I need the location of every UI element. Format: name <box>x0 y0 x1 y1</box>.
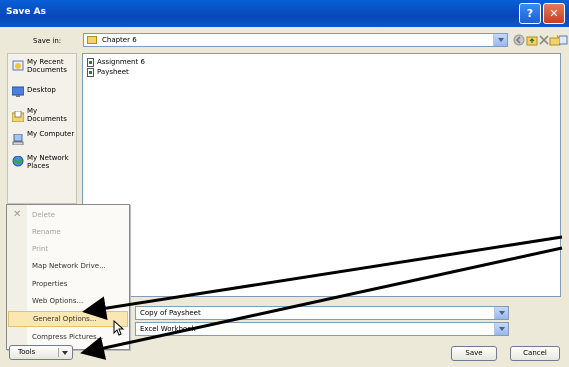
save-as-dialog: Save As ? ✕ Save in: Chapter 6 My Recent… <box>0 0 569 367</box>
annotation-arrows <box>80 235 563 360</box>
